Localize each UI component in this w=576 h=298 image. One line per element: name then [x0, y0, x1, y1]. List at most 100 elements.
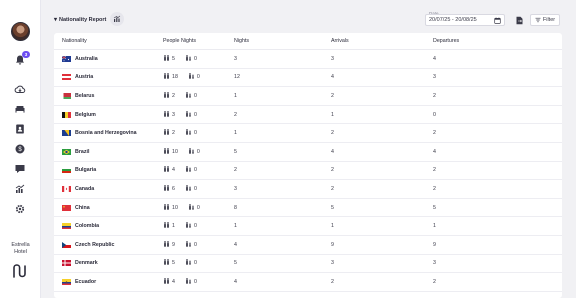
column-header-people-nights[interactable]: People Nights — [163, 38, 234, 44]
arrivals-cell: 2 — [331, 92, 334, 99]
column-header-arrivals[interactable]: Arrivals — [331, 38, 433, 44]
export-button[interactable] — [513, 14, 525, 26]
nationality-cell: Ecuador — [54, 278, 163, 285]
table-row[interactable]: China 10 0 8 5 5 — [54, 199, 562, 218]
nights-cell: 1 — [234, 92, 237, 99]
chart-icon[interactable] — [14, 183, 26, 195]
country-name: Belarus — [75, 92, 95, 99]
flag-icon — [62, 260, 71, 267]
table-row[interactable]: Canada 6 0 3 2 2 — [54, 180, 562, 199]
children-count: 0 — [185, 166, 197, 174]
flag-icon — [62, 111, 71, 118]
table-row[interactable]: Austria 18 0 12 4 3 — [54, 69, 562, 88]
chat-icon[interactable] — [14, 163, 26, 175]
adults-value: 9 — [172, 241, 175, 248]
adults-value: 10 — [172, 148, 178, 155]
adults-count: 10 — [163, 147, 178, 156]
bed-icon[interactable] — [14, 103, 26, 115]
arrivals-cell: 5 — [331, 204, 334, 211]
hotel-name-line1: Estrella — [11, 242, 30, 248]
app-logo — [12, 263, 28, 279]
departures-cell: 2 — [433, 185, 436, 192]
nationality-cell: Canada — [54, 185, 163, 192]
table-row[interactable]: Colombia 1 0 1 1 1 — [54, 217, 562, 236]
table-row[interactable]: Bosnia and Herzegovina 2 0 1 2 2 — [54, 124, 562, 143]
children-icon — [188, 147, 195, 156]
table-row[interactable]: Australia 5 0 3 3 4 — [54, 50, 562, 69]
column-header-nights[interactable]: Nights — [234, 38, 331, 44]
gear-icon[interactable] — [14, 203, 26, 215]
table-row[interactable]: Czech Republic 9 0 4 9 9 — [54, 236, 562, 255]
adults-icon — [163, 92, 170, 100]
table-header: Nationality People Nights Nights Arrival… — [54, 33, 562, 50]
children-value: 0 — [193, 55, 197, 62]
nationality-cell: China — [54, 204, 163, 211]
date-range-input[interactable]: 20/07/25 - 20/08/25 — [425, 14, 505, 26]
adults-icon — [163, 185, 170, 193]
bar-chart-icon — [113, 15, 121, 22]
children-value: 0 — [193, 223, 197, 230]
report-title-text: Nationality Report — [59, 16, 107, 23]
adults-count: 5 — [163, 54, 175, 63]
nationality-table: Nationality People Nights Nights Arrival… — [54, 33, 562, 298]
dollar-icon[interactable]: $ — [14, 143, 26, 155]
adults-value: 18 — [172, 74, 178, 81]
table-row[interactable]: Belgium 3 0 2 1 0 — [54, 106, 562, 125]
children-count: 0 — [185, 92, 197, 100]
country-name: Bosnia and Herzegovina — [75, 130, 137, 137]
departures-cell: 3 — [433, 74, 436, 81]
user-avatar[interactable] — [11, 22, 30, 41]
contacts-icon[interactable] — [14, 123, 26, 135]
nationality-cell: Colombia — [54, 223, 163, 230]
people-nights-cell: 50 — [163, 259, 234, 267]
nights-cell: 1 — [234, 223, 237, 230]
nationality-cell: Belarus — [54, 92, 163, 99]
children-icon — [185, 259, 192, 267]
table-row[interactable]: Belarus 2 0 1 2 2 — [54, 87, 562, 106]
adults-icon — [163, 259, 170, 267]
children-icon — [185, 92, 192, 100]
adults-count: 6 — [163, 185, 175, 193]
children-count: 0 — [185, 240, 197, 249]
flag-icon — [62, 130, 71, 137]
hotel-name: Estrella Hotel — [2, 242, 39, 256]
chart-view-button[interactable] — [110, 12, 124, 26]
children-value: 0 — [193, 185, 197, 192]
children-icon — [188, 73, 195, 81]
children-value: 0 — [193, 278, 197, 285]
sidebar: 3 $ Estrella Hotel — [0, 0, 41, 298]
adults-icon — [163, 73, 170, 81]
nights-cell: 3 — [234, 55, 237, 62]
nationality-cell: Australia — [54, 55, 163, 62]
nationality-cell: Belgium — [54, 111, 163, 118]
report-title[interactable]: ▾ Nationality Report — [54, 16, 107, 24]
column-header-nationality[interactable]: Nationality — [54, 38, 163, 44]
calendar-icon[interactable] — [494, 17, 501, 24]
children-icon — [185, 166, 192, 174]
column-header-departures[interactable]: Departures — [433, 38, 562, 44]
nights-cell: 3 — [234, 185, 237, 192]
nights-cell: 5 — [234, 260, 237, 267]
adults-icon — [163, 278, 170, 286]
table-row[interactable]: Denmark 5 0 5 3 3 — [54, 255, 562, 274]
children-count: 0 — [188, 147, 200, 156]
nationality-cell: Denmark — [54, 260, 163, 267]
arrivals-cell: 1 — [331, 111, 334, 118]
nationality-cell: Bulgaria — [54, 167, 163, 174]
adults-value: 10 — [172, 204, 178, 211]
flag-icon — [62, 74, 71, 81]
nationality-cell: Brazil — [54, 148, 163, 155]
filter-button[interactable]: Filter — [530, 14, 560, 26]
cloud-icon[interactable] — [14, 83, 26, 95]
nights-cell: 2 — [234, 167, 237, 174]
adults-value: 5 — [172, 55, 175, 62]
table-row[interactable]: Bulgaria 4 0 2 2 2 — [54, 162, 562, 181]
table-row[interactable]: Ecuador 4 0 4 2 2 — [54, 273, 562, 292]
people-nights-cell: 20 — [163, 129, 234, 137]
children-icon — [185, 222, 192, 230]
adults-value: 1 — [172, 223, 175, 230]
children-value: 0 — [193, 167, 197, 174]
adults-icon — [163, 203, 170, 212]
table-row[interactable]: Brazil 10 0 5 4 4 — [54, 143, 562, 162]
children-value: 0 — [193, 241, 197, 248]
